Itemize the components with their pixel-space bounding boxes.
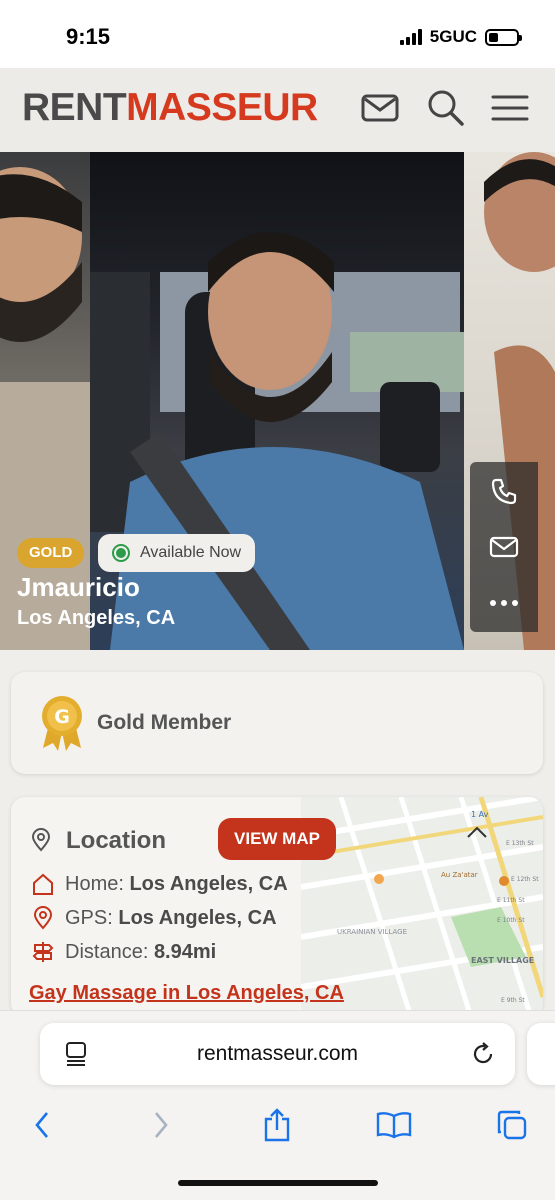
distance-row: Distance: 8.94mi xyxy=(31,940,216,964)
profile-name: Jmauricio xyxy=(17,572,140,602)
svg-text:Au Za'atar: Au Za'atar xyxy=(441,871,478,879)
svg-text:E 10th St: E 10th St xyxy=(497,917,525,924)
signpost-icon xyxy=(32,942,54,962)
share-icon[interactable] xyxy=(255,1103,299,1147)
status-indicators: 5GUC xyxy=(399,27,522,47)
availability-label: Available Now xyxy=(140,544,242,561)
menu-icon[interactable] xyxy=(490,88,530,128)
phone-icon[interactable] xyxy=(470,466,538,516)
gps-pin-icon xyxy=(33,906,53,930)
tabs-icon[interactable] xyxy=(490,1103,534,1147)
gps-value: Los Angeles, CA xyxy=(118,906,277,929)
view-map-button[interactable]: VIEW MAP xyxy=(218,818,336,860)
status-bar: 9:15 5GUC xyxy=(0,0,555,68)
url-text[interactable]: rentmasseur.com xyxy=(40,1042,515,1066)
gps-label: GPS: xyxy=(65,906,113,929)
contact-actions-panel xyxy=(470,462,538,632)
home-row: Home: Los Angeles, CA xyxy=(31,872,288,896)
svg-text:1 Av: 1 Av xyxy=(471,810,489,819)
more-icon[interactable] xyxy=(470,578,538,628)
gallery-photo-main[interactable] xyxy=(90,152,464,650)
svg-text:E 12th St: E 12th St xyxy=(511,876,539,883)
home-label: Home: xyxy=(65,872,124,895)
back-icon[interactable] xyxy=(20,1103,64,1147)
browser-toolbar: rentmasseur.com xyxy=(0,1010,555,1200)
svg-text:UKRAINIAN VILLAGE: UKRAINIAN VILLAGE xyxy=(337,928,407,936)
battery-icon xyxy=(485,28,522,46)
reload-icon[interactable] xyxy=(470,1041,496,1072)
svg-text:G: G xyxy=(54,706,70,728)
mail-icon[interactable] xyxy=(360,88,400,128)
svg-text:E 13th St: E 13th St xyxy=(506,840,534,847)
site-logo[interactable]: RENTMASSEUR xyxy=(22,86,318,130)
distance-value: 8.94mi xyxy=(153,940,217,963)
distance-label: Distance: xyxy=(65,940,149,963)
svg-text:EAST VILLAGE: EAST VILLAGE xyxy=(471,956,534,965)
gold-badge: GOLD xyxy=(17,538,85,568)
forward-icon[interactable] xyxy=(139,1103,183,1147)
gold-medal-icon: G xyxy=(39,694,85,757)
home-icon xyxy=(33,873,53,895)
svg-text:E 9th St: E 9th St xyxy=(501,997,525,1004)
location-card: 1 Av UKRAINIAN VILLAGE EAST VILLAGE Au Z… xyxy=(11,797,543,1017)
location-pin-icon xyxy=(31,828,51,857)
profile-city: Los Angeles, CA xyxy=(17,607,176,629)
logo-part-rent: RENT xyxy=(22,86,127,129)
next-tab-preview[interactable] xyxy=(527,1023,555,1085)
gps-row: GPS: Los Angeles, CA xyxy=(31,906,277,930)
mail-icon[interactable] xyxy=(470,522,538,572)
signal-icon xyxy=(399,29,422,45)
logo-part-masseur: MASSEUR xyxy=(126,86,318,129)
city-massage-link[interactable]: Gay Massage in Los Angeles, CA xyxy=(29,982,344,1005)
available-status-icon xyxy=(112,544,130,562)
collapse-chevron-up-icon[interactable] xyxy=(466,825,488,844)
search-icon[interactable] xyxy=(426,88,466,128)
status-time: 9:15 xyxy=(66,24,111,49)
gold-member-card: G Gold Member xyxy=(11,672,543,774)
network-label: 5GUC xyxy=(429,27,477,46)
site-header: RENTMASSEUR xyxy=(0,68,555,152)
availability-badge: Available Now xyxy=(98,534,256,572)
gold-member-label: Gold Member xyxy=(97,711,232,734)
home-value: Los Angeles, CA xyxy=(129,872,288,895)
bookmarks-icon[interactable] xyxy=(372,1103,416,1147)
svg-text:E 11th St: E 11th St xyxy=(497,897,525,904)
home-indicator[interactable] xyxy=(178,1180,378,1186)
location-title: Location xyxy=(66,827,166,854)
address-bar[interactable]: rentmasseur.com xyxy=(40,1023,515,1085)
